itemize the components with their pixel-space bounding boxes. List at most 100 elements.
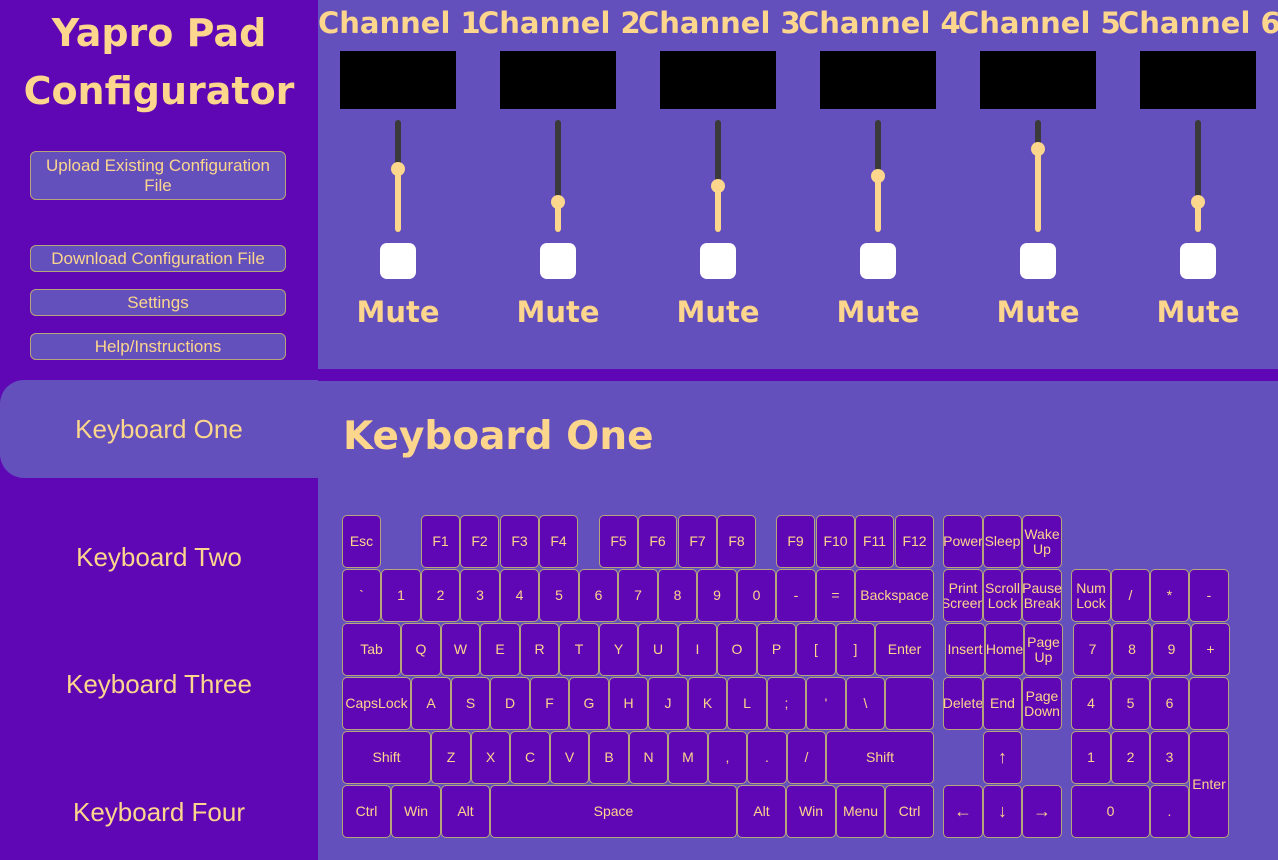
volume-slider[interactable] bbox=[871, 120, 885, 232]
key-scroll-lock[interactable]: Scroll Lock bbox=[983, 569, 1022, 622]
key-minus[interactable]: - bbox=[776, 569, 816, 622]
key-n5[interactable]: 5 bbox=[539, 569, 579, 622]
key-f10[interactable]: F10 bbox=[816, 515, 855, 568]
key-slash[interactable]: / bbox=[787, 731, 826, 784]
key-menu[interactable]: Menu bbox=[836, 785, 885, 838]
key-down[interactable]: ↓ bbox=[983, 785, 1022, 838]
key-f3[interactable]: F3 bbox=[500, 515, 539, 568]
key-insert[interactable]: Insert bbox=[945, 623, 985, 676]
volume-slider-thumb[interactable] bbox=[1031, 141, 1045, 156]
key-lshift[interactable]: Shift bbox=[342, 731, 431, 784]
key-enter-tail[interactable] bbox=[885, 677, 934, 730]
key-r[interactable]: R bbox=[520, 623, 559, 676]
key-np3[interactable]: 3 bbox=[1150, 731, 1189, 784]
mute-checkbox[interactable] bbox=[1020, 243, 1056, 279]
key-z[interactable]: Z bbox=[431, 731, 471, 784]
key-f4[interactable]: F4 bbox=[539, 515, 578, 568]
volume-slider-thumb[interactable] bbox=[391, 162, 405, 177]
key-d[interactable]: D bbox=[490, 677, 530, 730]
volume-slider-thumb[interactable] bbox=[711, 178, 725, 193]
mute-checkbox[interactable] bbox=[1180, 243, 1216, 279]
volume-slider-thumb[interactable] bbox=[1191, 195, 1205, 210]
key-rbracket[interactable]: ] bbox=[836, 623, 875, 676]
key-lctrl[interactable]: Ctrl bbox=[342, 785, 391, 838]
key-f7[interactable]: F7 bbox=[678, 515, 717, 568]
sidebar-item-keyboard-two[interactable]: Keyboard Two bbox=[0, 508, 318, 606]
key-tab[interactable]: Tab bbox=[342, 623, 401, 676]
key-n7[interactable]: 7 bbox=[618, 569, 658, 622]
key-j[interactable]: J bbox=[648, 677, 688, 730]
key-rwin[interactable]: Win bbox=[786, 785, 836, 838]
key-f12[interactable]: F12 bbox=[895, 515, 934, 568]
sidebar-item-keyboard-four[interactable]: Keyboard Four bbox=[0, 763, 318, 860]
key-np4[interactable]: 4 bbox=[1071, 677, 1111, 730]
volume-slider[interactable] bbox=[1031, 120, 1045, 232]
key-u[interactable]: U bbox=[638, 623, 678, 676]
key-power[interactable]: Power bbox=[943, 515, 983, 568]
key-g[interactable]: G bbox=[569, 677, 609, 730]
key-f11[interactable]: F11 bbox=[855, 515, 894, 568]
key-np-plus-tail[interactable] bbox=[1189, 677, 1229, 730]
key-f2[interactable]: F2 bbox=[460, 515, 499, 568]
key-p[interactable]: P bbox=[757, 623, 796, 676]
download-config-button[interactable]: Download Configuration File bbox=[30, 245, 286, 272]
key-n[interactable]: N bbox=[629, 731, 668, 784]
key-left[interactable]: ← bbox=[943, 785, 983, 838]
volume-slider[interactable] bbox=[391, 120, 405, 232]
sidebar-item-keyboard-one[interactable]: Keyboard One bbox=[0, 380, 318, 478]
key-right[interactable]: → bbox=[1022, 785, 1062, 838]
mute-checkbox[interactable] bbox=[380, 243, 416, 279]
key-f6[interactable]: F6 bbox=[638, 515, 677, 568]
mute-checkbox[interactable] bbox=[700, 243, 736, 279]
key-period[interactable]: . bbox=[747, 731, 787, 784]
mute-checkbox[interactable] bbox=[860, 243, 896, 279]
key-print-screen[interactable]: Print Screen bbox=[943, 569, 983, 622]
key-equals[interactable]: = bbox=[816, 569, 855, 622]
key-home[interactable]: Home bbox=[985, 623, 1024, 676]
key-np8[interactable]: 8 bbox=[1112, 623, 1152, 676]
key-backspace[interactable]: Backspace bbox=[855, 569, 934, 622]
key-np9[interactable]: 9 bbox=[1152, 623, 1191, 676]
key-f[interactable]: F bbox=[530, 677, 569, 730]
upload-config-button[interactable]: Upload Existing Configuration File bbox=[30, 151, 286, 200]
key-m[interactable]: M bbox=[668, 731, 708, 784]
key-quote[interactable]: ' bbox=[806, 677, 846, 730]
key-space[interactable]: Space bbox=[490, 785, 737, 838]
volume-slider-thumb[interactable] bbox=[871, 169, 885, 183]
key-np-divide[interactable]: / bbox=[1111, 569, 1150, 622]
key-page-up[interactable]: Page Up bbox=[1024, 623, 1063, 676]
key-esc[interactable]: Esc bbox=[342, 515, 381, 568]
key-x[interactable]: X bbox=[471, 731, 510, 784]
key-l[interactable]: L bbox=[727, 677, 767, 730]
key-comma[interactable]: , bbox=[708, 731, 747, 784]
key-n6[interactable]: 6 bbox=[579, 569, 618, 622]
key-o[interactable]: O bbox=[717, 623, 757, 676]
volume-slider[interactable] bbox=[1191, 120, 1205, 232]
key-n9[interactable]: 9 bbox=[697, 569, 737, 622]
key-np6[interactable]: 6 bbox=[1150, 677, 1189, 730]
key-backslash[interactable]: \ bbox=[846, 677, 885, 730]
key-a[interactable]: A bbox=[411, 677, 451, 730]
key-f1[interactable]: F1 bbox=[421, 515, 460, 568]
key-end[interactable]: End bbox=[983, 677, 1022, 730]
key-lwin[interactable]: Win bbox=[391, 785, 441, 838]
key-h[interactable]: H bbox=[609, 677, 648, 730]
key-page-down[interactable]: Page Down bbox=[1022, 677, 1062, 730]
key-np7[interactable]: 7 bbox=[1073, 623, 1112, 676]
key-rctrl[interactable]: Ctrl bbox=[885, 785, 934, 838]
key-n3[interactable]: 3 bbox=[460, 569, 500, 622]
key-f5[interactable]: F5 bbox=[599, 515, 638, 568]
key-ralt[interactable]: Alt bbox=[737, 785, 786, 838]
key-lbracket[interactable]: [ bbox=[796, 623, 836, 676]
key-np1[interactable]: 1 bbox=[1071, 731, 1111, 784]
key-lalt[interactable]: Alt bbox=[441, 785, 490, 838]
key-delete[interactable]: Delete bbox=[943, 677, 983, 730]
key-e[interactable]: E bbox=[480, 623, 520, 676]
key-np-minus[interactable]: - bbox=[1189, 569, 1229, 622]
key-f9[interactable]: F9 bbox=[776, 515, 815, 568]
key-i[interactable]: I bbox=[678, 623, 717, 676]
key-enter[interactable]: Enter bbox=[875, 623, 934, 676]
key-n0[interactable]: 0 bbox=[737, 569, 776, 622]
settings-button[interactable]: Settings bbox=[30, 289, 286, 316]
sidebar-item-keyboard-three[interactable]: Keyboard Three bbox=[0, 635, 318, 733]
